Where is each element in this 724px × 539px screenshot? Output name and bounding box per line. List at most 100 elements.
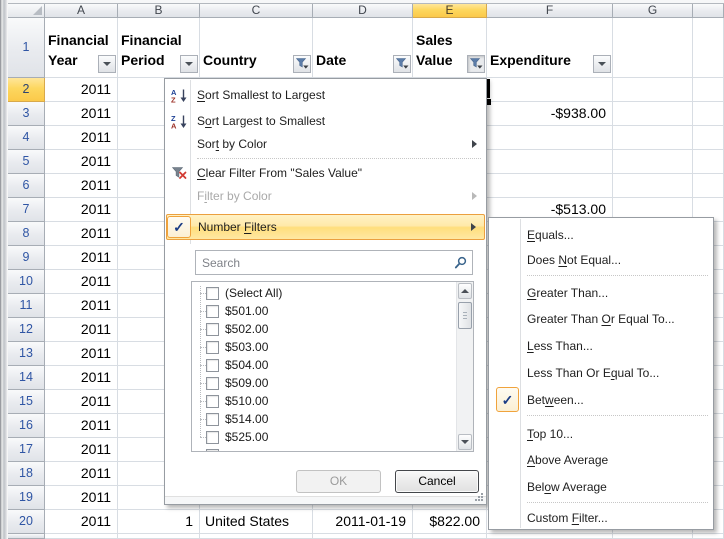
cell-H6[interactable] — [693, 174, 724, 198]
checkbox-unchecked[interactable] — [206, 305, 219, 318]
cell-H3[interactable] — [693, 102, 724, 126]
header-cell-C[interactable]: Country — [200, 18, 313, 78]
filter-dropdown-button-B[interactable] — [180, 55, 198, 73]
cell-A20[interactable]: 2011 — [45, 510, 118, 534]
filter-dropdown-button-A[interactable] — [98, 55, 116, 73]
menu-item-equals[interactable]: Equals... — [490, 223, 712, 247]
cell-A15[interactable]: 2011 — [45, 390, 118, 414]
menu-item-does-not-equal[interactable]: Does Not Equal... — [490, 247, 712, 273]
row-header-10[interactable]: 10 — [8, 270, 45, 294]
row-header-20[interactable]: 20 — [8, 510, 45, 534]
cancel-button[interactable]: Cancel — [395, 470, 479, 493]
row-header-4[interactable]: 4 — [8, 126, 45, 150]
cell-F4[interactable] — [487, 126, 613, 150]
row-header-6[interactable]: 6 — [8, 174, 45, 198]
menu-item-sort-smallest-to-largest[interactable]: AZSort Smallest to Largest — [166, 82, 485, 108]
filter-value-525-00[interactable]: $525.00 — [192, 428, 454, 446]
cell-A14[interactable]: 2011 — [45, 366, 118, 390]
cell-E20[interactable]: $822.00 — [413, 510, 487, 534]
cell-D20[interactable]: 2011-01-19 — [313, 510, 413, 534]
cell-G2[interactable] — [613, 78, 693, 102]
cell-A8[interactable]: 2011 — [45, 222, 118, 246]
checkbox-unchecked[interactable] — [206, 377, 219, 390]
filter-value-select-all[interactable]: (Select All) — [192, 284, 454, 302]
cell-A18[interactable]: 2011 — [45, 462, 118, 486]
row-header-7[interactable]: 7 — [8, 198, 45, 222]
cell-H5[interactable] — [693, 150, 724, 174]
menu-item-number-filters[interactable]: ✓Number Filters — [166, 214, 485, 240]
menu-item-sort-largest-to-smallest[interactable]: ZASort Largest to Smallest — [166, 108, 485, 134]
row-header-13[interactable]: 13 — [8, 342, 45, 366]
row-header-5[interactable]: 5 — [8, 150, 45, 174]
row-header-16[interactable]: 16 — [8, 414, 45, 438]
cell-A11[interactable]: 2011 — [45, 294, 118, 318]
menu-item-top-10[interactable]: Top 10... — [490, 420, 712, 447]
menu-item-greater-than[interactable]: Greater Than... — [490, 279, 712, 306]
menu-item-between[interactable]: ✓Between... — [490, 386, 712, 413]
row-header-2[interactable]: 2 — [8, 78, 45, 102]
header-cell-A[interactable]: FinancialYear — [45, 18, 118, 78]
scrollbar-track[interactable] — [456, 282, 473, 451]
row-header-12[interactable]: 12 — [8, 318, 45, 342]
column-header-D[interactable]: D — [313, 4, 413, 18]
cell-H21[interactable] — [693, 534, 724, 539]
cell-F6[interactable] — [487, 174, 613, 198]
menu-item-below-average[interactable]: Below Average — [490, 473, 712, 500]
scrollbar-down-button[interactable] — [458, 434, 472, 450]
resize-grip-icon[interactable] — [475, 493, 484, 502]
filter-value-503-00[interactable]: $503.00 — [192, 338, 454, 356]
menu-item-less-than-or-equal-to[interactable]: Less Than Or Equal To... — [490, 359, 712, 386]
cell-A2[interactable]: 2011 — [45, 78, 118, 102]
header-cell-E[interactable]: SalesValue — [413, 18, 487, 78]
column-header-C[interactable]: C — [200, 4, 313, 18]
cell-A12[interactable]: 2011 — [45, 318, 118, 342]
cell-A17[interactable]: 2011 — [45, 438, 118, 462]
cell-H2[interactable] — [693, 78, 724, 102]
menu-item-custom-filter[interactable]: Custom Filter... — [490, 506, 712, 530]
cell-A21[interactable] — [45, 534, 118, 539]
cell-F3[interactable]: -$938.00 — [487, 102, 613, 126]
filter-value-504-00[interactable]: $504.00 — [192, 356, 454, 374]
row-header-18[interactable]: 18 — [8, 462, 45, 486]
select-all-corner[interactable] — [8, 4, 45, 18]
filter-button-E[interactable] — [467, 55, 485, 73]
cell-F5[interactable] — [487, 150, 613, 174]
header-cell-partial[interactable] — [693, 18, 724, 78]
row-header-3[interactable]: 3 — [8, 102, 45, 126]
cell-G3[interactable] — [613, 102, 693, 126]
column-header-F[interactable]: F — [487, 4, 613, 18]
cell-A16[interactable]: 2011 — [45, 414, 118, 438]
header-cell-G[interactable] — [613, 18, 693, 78]
cell-A7[interactable]: 2011 — [45, 198, 118, 222]
cell-A19[interactable]: 2011 — [45, 486, 118, 510]
row-header-19[interactable]: 19 — [8, 486, 45, 510]
menu-item-sort-by-color[interactable]: Sort by Color — [166, 134, 485, 154]
row-header-8[interactable]: 8 — [8, 222, 45, 246]
filter-value-509-00[interactable]: $509.00 — [192, 374, 454, 392]
cell-A13[interactable]: 2011 — [45, 342, 118, 366]
cell-A9[interactable]: 2011 — [45, 246, 118, 270]
filter-value-514-00[interactable]: $514.00 — [192, 410, 454, 428]
cell-G5[interactable] — [613, 150, 693, 174]
checkbox-unchecked[interactable] — [206, 395, 219, 408]
header-cell-F[interactable]: Expenditure — [487, 18, 613, 78]
cell-B20[interactable]: 1 — [118, 510, 200, 534]
column-header-G[interactable]: G — [613, 4, 693, 18]
filter-button-D[interactable] — [393, 55, 411, 73]
row-header-15[interactable]: 15 — [8, 390, 45, 414]
scrollbar-thumb[interactable] — [458, 302, 472, 329]
scrollbar-up-button[interactable] — [458, 283, 472, 299]
cell-A3[interactable]: 2011 — [45, 102, 118, 126]
row-header-11[interactable]: 11 — [8, 294, 45, 318]
column-header-B[interactable]: B — [118, 4, 200, 18]
row-header-9[interactable]: 9 — [8, 246, 45, 270]
cell-F21[interactable] — [487, 534, 613, 539]
cell-H4[interactable] — [693, 126, 724, 150]
cell-B21[interactable] — [118, 534, 200, 539]
cell-D21[interactable] — [313, 534, 413, 539]
cell-A5[interactable]: 2011 — [45, 150, 118, 174]
filter-value-partial[interactable] — [192, 446, 454, 452]
row-header-partial[interactable] — [8, 534, 45, 539]
menu-item-above-average[interactable]: Above Average — [490, 447, 712, 473]
filter-value-502-00[interactable]: $502.00 — [192, 320, 454, 338]
